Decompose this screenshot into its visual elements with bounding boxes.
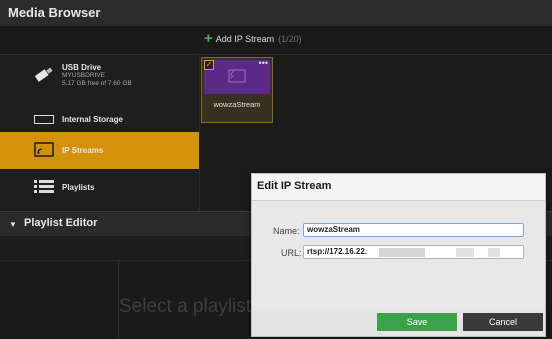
usb-drive-volume: MYUSBDRIVE	[62, 72, 105, 79]
plus-icon: +	[204, 30, 213, 47]
sidebar-item-label: Playlists	[62, 183, 95, 192]
redaction-block	[456, 248, 474, 257]
add-ip-stream-label: Add IP Stream	[215, 34, 275, 44]
toolbar: + Add IP Stream (1/20)	[0, 27, 552, 55]
sidebar-item-ip-streams[interactable]: IP Streams	[0, 132, 199, 169]
name-value: wowzaStream	[307, 225, 360, 234]
window-title: Media Browser	[8, 5, 101, 20]
dialog-header: Edit IP Stream	[252, 174, 545, 201]
redaction-block	[379, 248, 425, 257]
sidebar: USB Drive MYUSBDRIVE 5.17 GB free of 7.6…	[0, 55, 199, 210]
name-field[interactable]: wowzaStream	[303, 223, 524, 237]
stream-name: wowzaStream	[213, 100, 261, 109]
stream-count: (1/20)	[278, 34, 302, 44]
cancel-button[interactable]: Cancel	[463, 313, 543, 331]
url-field[interactable]: rtsp://172.16.22.	[303, 245, 524, 259]
more-options-icon[interactable]: •••	[259, 58, 268, 68]
playlist-placeholder: Select a playlist	[119, 296, 252, 317]
usb-drive-name: USB Drive	[62, 63, 102, 72]
dialog-title: Edit IP Stream	[257, 180, 332, 192]
storage-icon	[34, 115, 54, 124]
usb-drive-icon	[34, 67, 56, 90]
collapse-triangle-icon[interactable]: ▼	[9, 220, 17, 229]
playlist-editor-title: Playlist Editor	[24, 217, 98, 229]
usb-drive-free: 5.17 GB free of 7.60 GB	[62, 80, 132, 87]
sidebar-item-usb-drive[interactable]: USB Drive MYUSBDRIVE 5.17 GB free of 7.6…	[0, 57, 199, 101]
cast-icon	[228, 69, 246, 88]
add-ip-stream-button[interactable]: + Add IP Stream (1/20)	[204, 30, 302, 47]
sidebar-item-playlists[interactable]: Playlists	[0, 169, 199, 206]
sidebar-item-label: Internal Storage	[62, 115, 123, 124]
redaction-block	[488, 248, 500, 257]
edit-ip-stream-dialog: Edit IP Stream Name: wowzaStream URL: rt…	[251, 173, 546, 337]
select-checkbox[interactable]: ✓	[204, 60, 214, 70]
url-value: rtsp://172.16.22.	[307, 247, 368, 256]
url-label: URL:	[281, 248, 302, 258]
save-button[interactable]: Save	[377, 313, 457, 331]
sidebar-item-label: IP Streams	[62, 146, 104, 155]
title-bar: Media Browser	[0, 0, 552, 27]
ip-stream-icon	[34, 142, 54, 162]
name-label: Name:	[273, 226, 300, 236]
stream-thumbnail[interactable]: ✓ ••• wowzaStream	[201, 57, 273, 123]
playlist-icon	[34, 180, 54, 199]
playlist-editor-left-pane	[0, 261, 119, 339]
media-browser-window: Media Browser + Add IP Stream (1/20) USB…	[0, 0, 552, 339]
